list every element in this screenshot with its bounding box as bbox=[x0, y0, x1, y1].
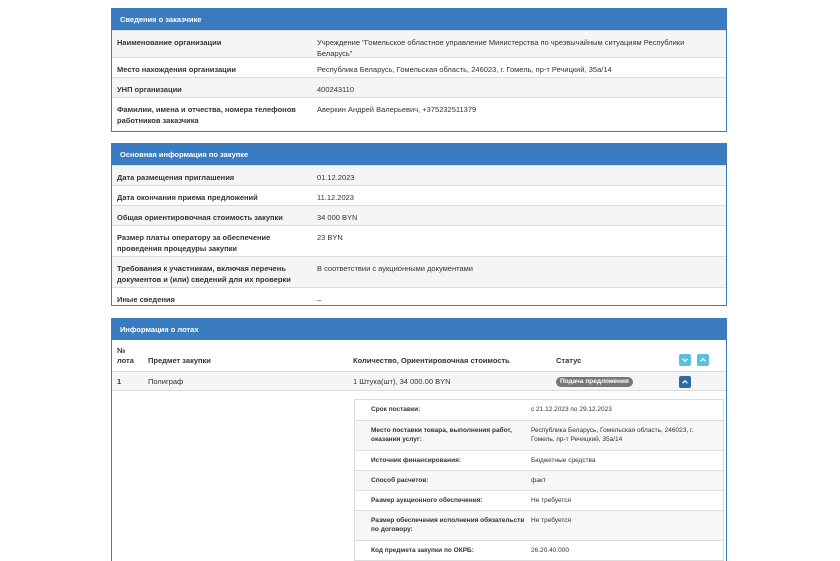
lot-details: Срок поставки: с 21.12.2023 по 29.12.202… bbox=[354, 399, 724, 561]
info-value: 23 BYN bbox=[317, 233, 343, 242]
info-value: 11.12.2023 bbox=[317, 193, 354, 202]
chevron-down-icon bbox=[682, 358, 688, 363]
info-value: В соответствии с аукционными документами bbox=[317, 264, 473, 273]
col-number: № лота bbox=[117, 346, 134, 365]
info-label: Иные сведения bbox=[117, 295, 175, 304]
detail-value: Не требуется bbox=[531, 517, 572, 524]
info-value: Аверкин Андрей Валерьевич, +375232511379 bbox=[317, 105, 477, 114]
detail-row: Размер обеспечения исполнения обязательс… bbox=[355, 510, 723, 540]
info-label: Требования к участникам, включая перечен… bbox=[117, 264, 291, 284]
info-label: Место нахождения организации bbox=[117, 65, 236, 74]
detail-label: Размер аукционного обеспечения: bbox=[371, 497, 483, 504]
detail-row: Код предмета закупки по ОКРБ: 26.20.40.0… bbox=[355, 540, 723, 560]
detail-value: 26.20.40.000 bbox=[531, 547, 569, 554]
info-value: 01.12.2023 bbox=[317, 173, 355, 182]
lots-panel: Информация о лотах № лота Предмет закупк… bbox=[111, 318, 727, 561]
info-value: Республика Беларусь, Гомельская область,… bbox=[317, 65, 612, 74]
detail-label: Источник финансирования: bbox=[371, 457, 462, 464]
info-row: Общая ориентировочная стоимость закупки … bbox=[112, 205, 726, 225]
lot-subject: Полиграф bbox=[148, 377, 184, 386]
info-value: 34 000 BYN bbox=[317, 213, 358, 222]
info-row: Дата размещения приглашения 01.12.2023 bbox=[112, 165, 726, 185]
procurement-panel-title: Основная информация по закупке bbox=[112, 144, 726, 165]
info-label: Дата размещения приглашения bbox=[117, 173, 235, 182]
info-label: Размер платы оператору за обеспечение пр… bbox=[117, 233, 271, 253]
collapse-all-button[interactable] bbox=[697, 354, 709, 366]
detail-row: Источник финансирования: Бюджетные средс… bbox=[355, 450, 723, 470]
info-row: Требования к участникам, включая перечен… bbox=[112, 256, 726, 287]
info-row: Дата окончания приема предложений 11.12.… bbox=[112, 185, 726, 205]
col-subject: Предмет закупки bbox=[148, 356, 211, 365]
customer-panel: Сведения о заказчике Наименование органи… bbox=[111, 8, 727, 132]
lot-row[interactable]: 1 Полиграф 1 Штука(шт), 34 000.00 BYN По… bbox=[112, 371, 726, 391]
info-label: Наименование организации bbox=[117, 38, 222, 47]
detail-label: Код предмета закупки по ОКРБ: bbox=[371, 547, 474, 554]
chevron-up-icon bbox=[682, 379, 688, 384]
detail-row: Размер аукционного обеспечения: Не требу… bbox=[355, 490, 723, 510]
lots-table-header: № лота Предмет закупки Количество, Ориен… bbox=[112, 340, 726, 371]
info-row: Иные сведения – bbox=[112, 287, 726, 306]
detail-label: Способ расчетов: bbox=[371, 477, 429, 484]
detail-value: Не требуется bbox=[531, 497, 572, 504]
info-row: Наименование организации Учреждение "Гом… bbox=[112, 30, 726, 58]
chevron-up-icon bbox=[700, 357, 706, 362]
info-row: УНП организации 400243110 bbox=[112, 77, 726, 97]
detail-value: Бюджетные средства bbox=[531, 457, 596, 464]
expand-all-button[interactable] bbox=[679, 354, 691, 366]
lot-collapse-button[interactable] bbox=[679, 376, 691, 388]
detail-value: Республика Беларусь, Гомельская область,… bbox=[531, 427, 694, 443]
detail-label: Размер обеспечения исполнения обязательс… bbox=[371, 517, 525, 533]
customer-panel-title: Сведения о заказчике bbox=[112, 9, 726, 30]
detail-row: Способ расчетов: факт bbox=[355, 470, 723, 490]
info-label: УНП организации bbox=[117, 85, 182, 94]
detail-label: Место поставки товара, выполнения работ,… bbox=[371, 427, 512, 443]
info-value: 400243110 bbox=[317, 85, 354, 94]
col-quantity: Количество, Ориентировочная стоимость bbox=[353, 356, 510, 365]
lots-panel-title: Информация о лотах bbox=[112, 319, 726, 340]
info-label: Общая ориентировочная стоимость закупки bbox=[117, 213, 283, 222]
detail-row: Место поставки товара, выполнения работ,… bbox=[355, 420, 723, 450]
info-value: Учреждение "Гомельское областное управле… bbox=[317, 38, 685, 58]
info-row: Место нахождения организации Республика … bbox=[112, 57, 726, 77]
detail-value: факт bbox=[531, 477, 546, 484]
info-label: Фамилии, имена и отчества, номера телефо… bbox=[117, 105, 296, 125]
lot-number: 1 bbox=[117, 377, 122, 386]
detail-label: Срок поставки: bbox=[371, 406, 421, 413]
info-label: Дата окончания приема предложений bbox=[117, 193, 258, 202]
info-value: – bbox=[317, 295, 322, 304]
detail-value: с 21.12.2023 по 29.12.2023 bbox=[531, 406, 612, 413]
procurement-panel: Основная информация по закупке Дата разм… bbox=[111, 143, 727, 306]
lot-quantity: 1 Штука(шт), 34 000.00 BYN bbox=[353, 377, 451, 386]
info-row: Размер платы оператору за обеспечение пр… bbox=[112, 225, 726, 256]
info-row: Фамилии, имена и отчества, номера телефо… bbox=[112, 97, 726, 131]
col-status: Статус bbox=[556, 356, 582, 365]
detail-row: Срок поставки: с 21.12.2023 по 29.12.202… bbox=[355, 400, 723, 420]
status-badge: Подача предложения bbox=[556, 377, 633, 387]
